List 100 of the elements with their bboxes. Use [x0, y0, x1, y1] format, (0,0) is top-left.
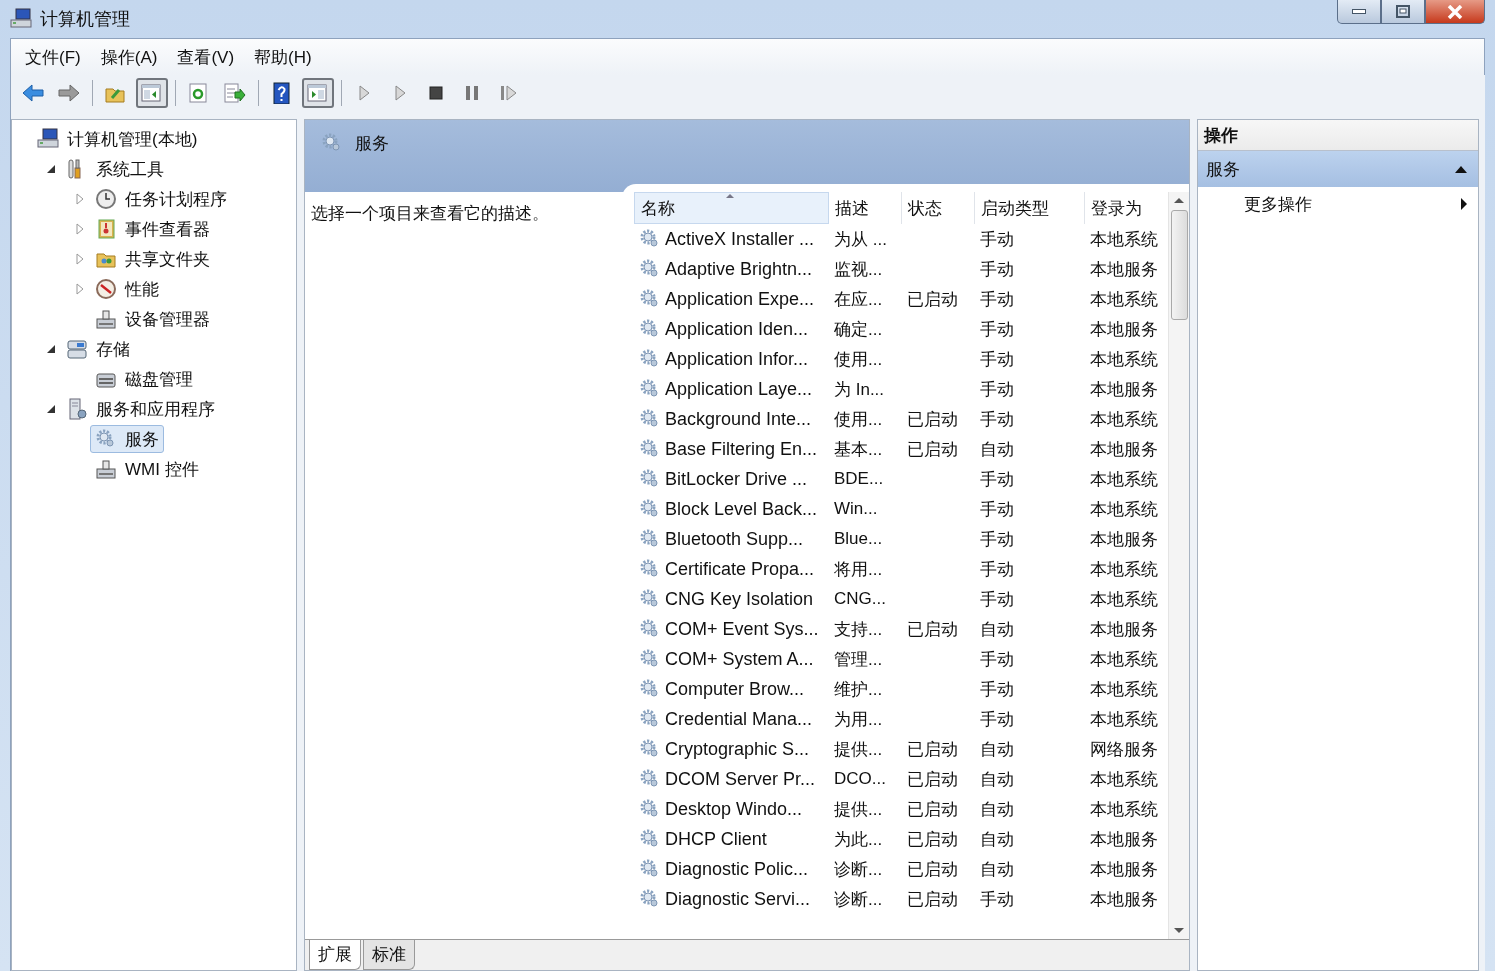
gear-icon: [639, 738, 661, 760]
table-row[interactable]: Adaptive Brightn... 监视... 手动 本地服务: [634, 254, 1168, 284]
table-cell-text: 已启动: [907, 288, 958, 311]
back-arrow-icon: [21, 82, 45, 104]
tree-item[interactable]: 计算机管理(本地): [32, 125, 203, 153]
table-cell: Adaptive Brightn...: [665, 258, 813, 280]
table-cell: Base Filtering En...: [665, 438, 818, 460]
menu-item[interactable]: 查看(V): [169, 42, 243, 72]
tree-item[interactable]: 系统工具: [61, 155, 169, 183]
table-cell-text: 已启动: [907, 798, 958, 821]
action-item[interactable]: 更多操作: [1198, 187, 1478, 221]
table-cell-text: 为 In...: [834, 378, 885, 401]
tree-item[interactable]: 任务计划程序: [90, 185, 232, 213]
gear-icon: [639, 288, 661, 310]
device-icon: [95, 308, 117, 330]
gear-icon: [639, 228, 661, 250]
column-header[interactable]: 描述: [829, 192, 902, 224]
actions-section-header[interactable]: 服务: [1198, 151, 1478, 187]
table-row[interactable]: Base Filtering En... 基本... 已启动 自动 本地服务: [634, 434, 1168, 464]
close-button[interactable]: [1425, 0, 1485, 24]
table-row[interactable]: Application Expe... 在应... 已启动 手动 本地系统: [634, 284, 1168, 314]
column-header[interactable]: 名称: [634, 192, 829, 224]
expanded-arrow-icon[interactable]: [46, 344, 56, 354]
column-header[interactable]: 状态: [902, 192, 975, 224]
table-row[interactable]: Certificate Propa... 将用... 手动 本地系统: [634, 554, 1168, 584]
table-cell-text: 已启动: [907, 408, 958, 431]
clock-icon: [95, 188, 117, 210]
table-row[interactable]: Diagnostic Polic... 诊断... 已启动 自动 本地服务: [634, 854, 1168, 884]
table-row[interactable]: Credential Mana... 为用... 手动 本地系统: [634, 704, 1168, 734]
table-cell: Application Infor...: [665, 348, 809, 370]
table-row[interactable]: Cryptographic S... 提供... 已启动 自动 网络服务: [634, 734, 1168, 764]
table-row[interactable]: Diagnostic Servi... 诊断... 已启动 手动 本地服务: [634, 884, 1168, 914]
scroll-up-icon[interactable]: [1173, 196, 1185, 204]
tree-item[interactable]: 设备管理器: [90, 305, 215, 333]
tab[interactable]: 标准: [363, 940, 415, 970]
scrollbar[interactable]: [1168, 192, 1189, 939]
table-row[interactable]: COM+ System A... 管理... 手动 本地系统: [634, 644, 1168, 674]
table-cell-text: 自动: [980, 858, 1014, 881]
table-cell-text: 自动: [980, 798, 1014, 821]
table-row[interactable]: Application Laye... 为 In... 手动 本地服务: [634, 374, 1168, 404]
table-cell-text: 已启动: [907, 768, 958, 791]
collapse-caret-icon[interactable]: [1454, 164, 1468, 174]
tree-item[interactable]: 共享文件夹: [90, 245, 215, 273]
gear-icon: [639, 258, 661, 280]
table-cell-text: 手动: [980, 588, 1014, 611]
scroll-down-icon[interactable]: [1173, 927, 1185, 935]
table-row[interactable]: Bluetooth Supp... Blue... 手动 本地服务: [634, 524, 1168, 554]
collapsed-arrow-icon[interactable]: [75, 193, 85, 205]
gear-icon: [639, 828, 661, 850]
table-row[interactable]: Application Infor... 使用... 手动 本地系统: [634, 344, 1168, 374]
table-cell: BDE...: [834, 469, 884, 489]
expanded-arrow-icon[interactable]: [46, 404, 56, 414]
scrollbar-thumb[interactable]: [1170, 210, 1188, 320]
table-row[interactable]: Block Level Back... Win... 手动 本地系统: [634, 494, 1168, 524]
table-cell: CNG Key Isolation: [665, 588, 814, 610]
table-cell-text: 手动: [980, 228, 1014, 251]
menu-item[interactable]: 文件(F): [17, 42, 89, 72]
table-cell: Block Level Back...: [665, 498, 818, 520]
table-row[interactable]: Background Inte... 使用... 已启动 手动 本地系统: [634, 404, 1168, 434]
tree-item[interactable]: 服务和应用程序: [61, 395, 220, 423]
table-cell: Bluetooth Supp...: [665, 528, 804, 550]
gear-icon: [639, 378, 661, 400]
table-cell: Application Laye...: [665, 378, 813, 400]
expanded-arrow-icon[interactable]: [46, 164, 56, 174]
gauge-icon: [95, 278, 117, 300]
table-cell-text: 诊断...: [834, 888, 883, 911]
minimize-button[interactable]: [1337, 0, 1381, 24]
tab[interactable]: 扩展: [309, 940, 361, 970]
table-row[interactable]: Application Iden... 确定... 手动 本地服务: [634, 314, 1168, 344]
maximize-icon: [1395, 4, 1411, 19]
gear-icon: [639, 438, 661, 460]
table-row[interactable]: Desktop Windo... 提供... 已启动 自动 本地系统: [634, 794, 1168, 824]
tree-item[interactable]: 性能: [90, 275, 164, 303]
table-cell-text: 确定...: [834, 318, 883, 341]
table-cell-text: 已启动: [907, 858, 958, 881]
table-cell-text: 自动: [980, 738, 1014, 761]
table-row[interactable]: DCOM Server Pr... DCO... 已启动 自动 本地系统: [634, 764, 1168, 794]
forward-arrow-icon: [57, 82, 81, 104]
tree-item[interactable]: 服务: [90, 425, 164, 453]
menu-item[interactable]: 操作(A): [92, 42, 166, 72]
table-row[interactable]: ActiveX Installer ... 为从 ... 手动 本地系统: [634, 224, 1168, 254]
column-header[interactable]: 启动类型: [975, 192, 1085, 224]
collapsed-arrow-icon[interactable]: [75, 223, 85, 235]
gear-icon: [639, 348, 661, 370]
table-cell-text: 诊断...: [834, 858, 883, 881]
tree-item[interactable]: 存储: [61, 335, 135, 363]
collapsed-arrow-icon[interactable]: [75, 253, 85, 265]
table-row[interactable]: CNG Key Isolation CNG... 手动 本地系统: [634, 584, 1168, 614]
table-row[interactable]: Computer Brow... 维护... 手动 本地系统: [634, 674, 1168, 704]
tree-item[interactable]: 事件查看器: [90, 215, 215, 243]
table-cell-text: 已启动: [907, 438, 958, 461]
table-row[interactable]: COM+ Event Sys... 支持... 已启动 自动 本地服务: [634, 614, 1168, 644]
menu-item[interactable]: 帮助(H): [246, 42, 320, 72]
window-title: 计算机管理: [40, 8, 131, 31]
collapsed-arrow-icon[interactable]: [75, 283, 85, 295]
tree-item[interactable]: 磁盘管理: [90, 365, 198, 393]
maximize-button[interactable]: [1381, 0, 1425, 24]
table-row[interactable]: BitLocker Drive ... BDE... 手动 本地系统: [634, 464, 1168, 494]
table-row[interactable]: DHCP Client 为此... 已启动 自动 本地服务: [634, 824, 1168, 854]
tree-item[interactable]: WMI 控件: [90, 455, 204, 483]
